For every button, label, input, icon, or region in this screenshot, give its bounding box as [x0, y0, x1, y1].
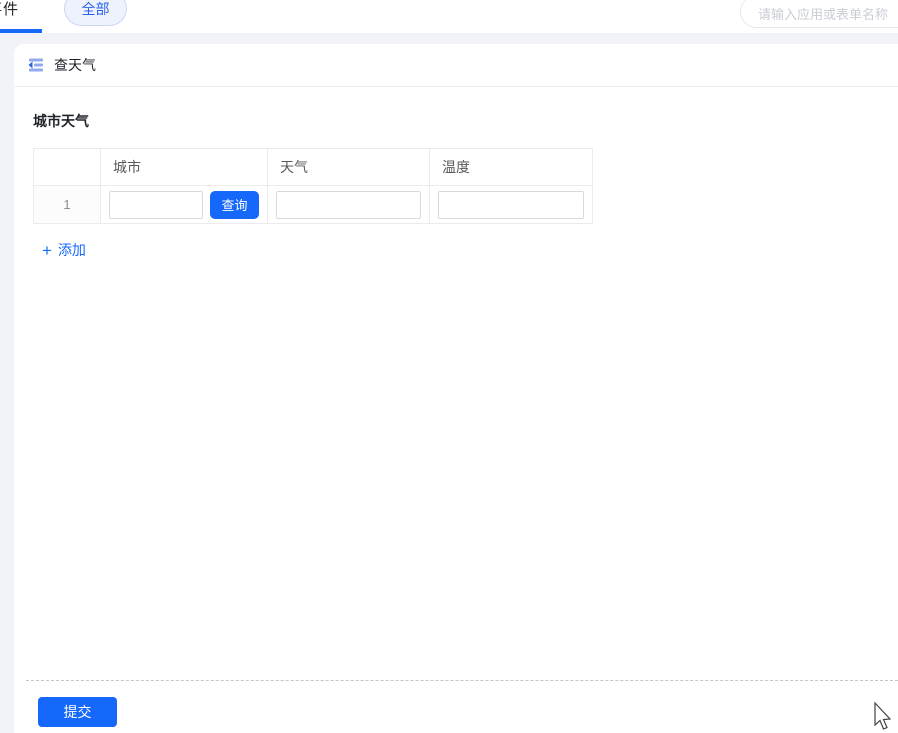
- submit-button[interactable]: 提交: [38, 697, 117, 727]
- form-body: 城市天气 城市 天气 温度 1: [14, 87, 898, 261]
- form-card-header: 查天气: [14, 44, 898, 87]
- temperature-input[interactable]: [438, 191, 584, 219]
- temperature-cell: [430, 186, 593, 224]
- subtable-label: 城市天气: [33, 111, 898, 131]
- plus-icon: +: [42, 242, 52, 259]
- filter-pill-all[interactable]: 全部: [64, 0, 127, 26]
- back-to-list-icon[interactable]: [26, 55, 46, 75]
- table-header-index: [34, 149, 101, 186]
- city-weather-table: 城市 天气 温度 1 查询: [33, 148, 593, 224]
- query-button[interactable]: 查询: [210, 191, 259, 219]
- page-root: 事件 全部 查天气 城市天气: [0, 0, 898, 733]
- table-header-weather: 天气: [268, 149, 430, 186]
- weather-input[interactable]: [276, 191, 421, 219]
- add-row-link[interactable]: + 添加: [42, 240, 86, 260]
- weather-cell: [268, 186, 430, 224]
- filter-pill-label: 全部: [82, 0, 110, 19]
- top-tab-bar: 事件 全部: [0, 0, 898, 33]
- city-cell: 查询: [101, 186, 268, 224]
- page-title: 查天气: [54, 55, 96, 75]
- search-input[interactable]: [740, 0, 898, 28]
- table-header-row: 城市 天气 温度: [34, 149, 593, 186]
- add-row-label: 添加: [58, 240, 86, 260]
- table-header-city: 城市: [101, 149, 268, 186]
- city-input[interactable]: [109, 191, 203, 219]
- row-number: 1: [34, 186, 101, 224]
- form-card: 查天气 城市天气 城市 天气 温度 1: [14, 44, 898, 733]
- active-tab-underline: [0, 29, 42, 33]
- table-header-temperature: 温度: [430, 149, 593, 186]
- table-row: 1 查询: [34, 186, 593, 224]
- footer-dashed-divider: [26, 680, 898, 681]
- tab-events[interactable]: 事件: [0, 0, 19, 19]
